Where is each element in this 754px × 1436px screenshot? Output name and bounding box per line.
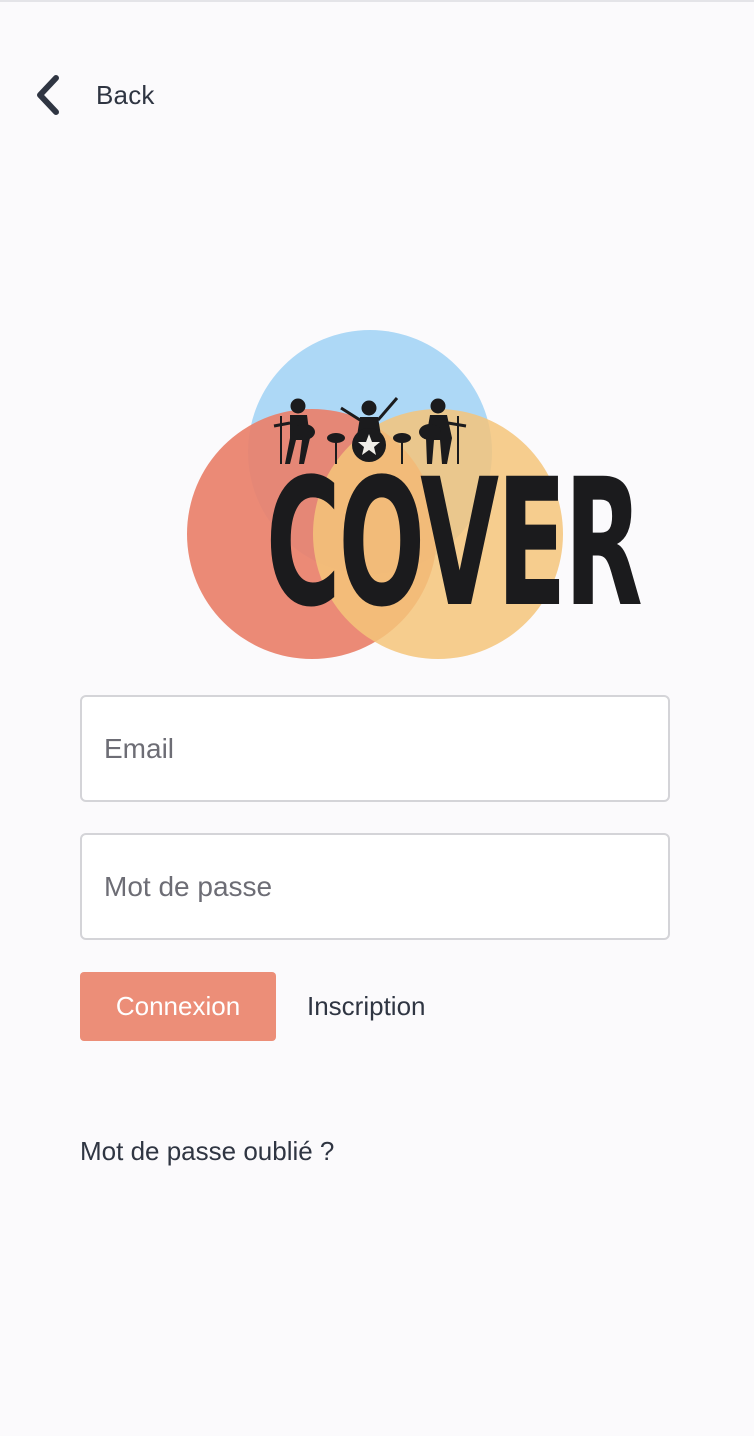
password-input[interactable] [82,835,668,938]
back-label: Back [96,79,155,110]
cover-logo: COVER [186,328,643,663]
signup-link[interactable]: Inscription [307,972,426,1041]
status-divider [0,0,754,2]
chevron-left-icon [37,75,59,115]
email-field[interactable] [80,695,670,802]
logo-wordmark: COVER [265,441,643,646]
email-input[interactable] [82,697,668,800]
password-field[interactable] [80,833,670,940]
back-button[interactable]: Back [30,70,155,120]
forgot-password-link[interactable]: Mot de passe oublié ? [80,1136,334,1167]
login-button[interactable]: Connexion [80,972,276,1041]
